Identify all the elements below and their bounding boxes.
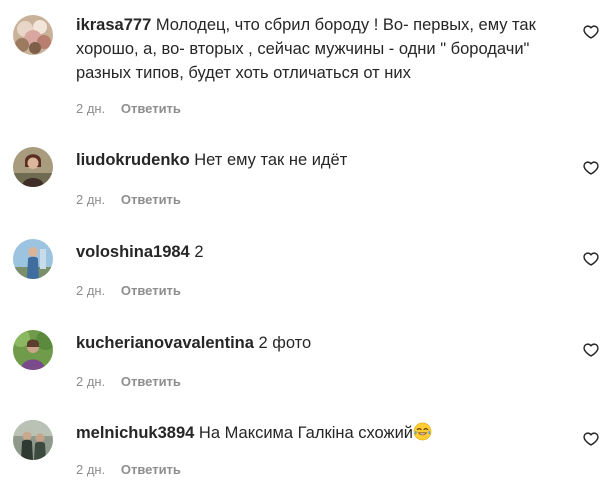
- comment-time: 2 дн.: [76, 283, 106, 298]
- comment-text: ikrasa777 Молодец, что сбрил бороду ! Во…: [76, 13, 566, 85]
- comment-username[interactable]: voloshina1984: [76, 243, 190, 261]
- heart-outline-icon[interactable]: [583, 24, 599, 40]
- tears-of-joy-emoji: [413, 422, 432, 441]
- comment-meta: 2 дн. Ответить: [76, 462, 181, 477]
- comment-username[interactable]: melnichuk3894: [76, 424, 194, 442]
- comment-time: 2 дн.: [76, 192, 106, 207]
- reply-button[interactable]: Ответить: [121, 374, 181, 389]
- avatar[interactable]: [13, 147, 53, 187]
- comment-meta: 2 дн. Ответить: [76, 192, 181, 207]
- comment-text: voloshina1984 2: [76, 240, 566, 264]
- avatar[interactable]: [13, 239, 53, 279]
- heart-outline-icon[interactable]: [583, 431, 599, 447]
- comment-meta: 2 дн. Ответить: [76, 283, 181, 298]
- heart-outline-icon[interactable]: [583, 160, 599, 176]
- comment-text: liudokrudenko Нет ему так не идёт: [76, 148, 566, 172]
- comment-username[interactable]: liudokrudenko: [76, 151, 190, 169]
- comment-body: 2 фото: [258, 334, 312, 352]
- comment-text: melnichuk3894 На Максима Галкіна схожий: [76, 421, 566, 445]
- comment-text: kucherianovavalentina 2 фото: [76, 331, 566, 355]
- comment-meta: 2 дн. Ответить: [76, 374, 181, 389]
- avatar[interactable]: [13, 330, 53, 370]
- comment-body: 2: [194, 243, 204, 261]
- comment-time: 2 дн.: [76, 374, 106, 389]
- reply-button[interactable]: Ответить: [121, 283, 181, 298]
- avatar[interactable]: [13, 420, 53, 460]
- reply-button[interactable]: Ответить: [121, 462, 181, 477]
- comment-body: Нет ему так не идёт: [194, 151, 348, 169]
- comment-username[interactable]: ikrasa777: [76, 16, 151, 34]
- comment-username[interactable]: kucherianovavalentina: [76, 334, 254, 352]
- reply-button[interactable]: Ответить: [121, 101, 181, 116]
- comment-body: На Максима Галкіна схожий: [198, 424, 414, 442]
- heart-outline-icon[interactable]: [583, 342, 599, 358]
- comment-time: 2 дн.: [76, 462, 106, 477]
- reply-button[interactable]: Ответить: [121, 192, 181, 207]
- comment-time: 2 дн.: [76, 101, 106, 116]
- avatar[interactable]: [13, 15, 53, 55]
- comment-meta: 2 дн. Ответить: [76, 101, 181, 116]
- heart-outline-icon[interactable]: [583, 251, 599, 267]
